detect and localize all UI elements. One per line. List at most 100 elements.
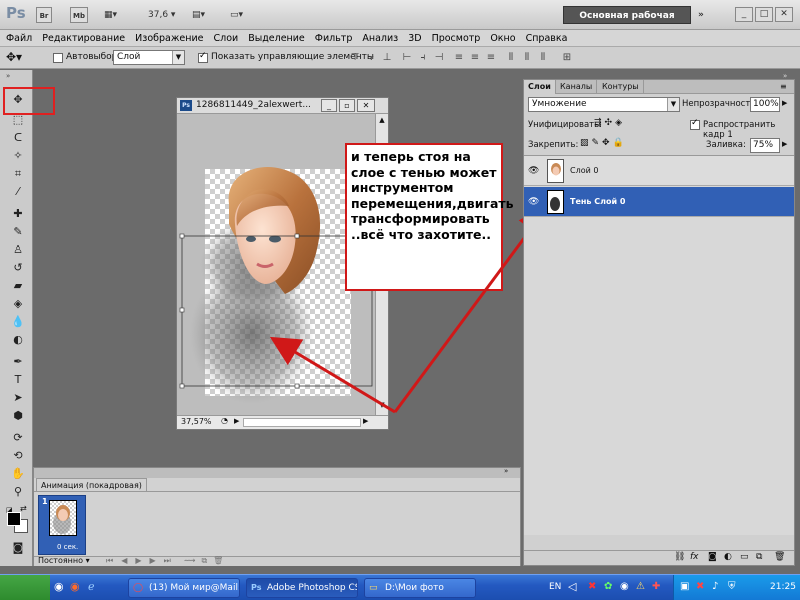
menu-file[interactable]: Файл [6,33,32,44]
tray-alert-icon[interactable]: ⚠ [636,581,645,592]
blend-mode-dropdown[interactable]: Умножение ▼ [528,97,680,112]
scroll-up-icon[interactable]: ▲ [377,116,387,126]
align-bottom-icon[interactable]: ⊥ [380,51,394,65]
eraser-tool-icon[interactable]: ▰ [10,278,26,294]
menu-3d[interactable]: 3D [408,33,421,44]
task-explorer[interactable]: ▭ D:\Мои фото [364,578,476,598]
maximize-window-button[interactable]: □ [755,7,773,22]
distribute-vcenter-icon[interactable]: ≡ [468,51,482,65]
tools-collapse-icon[interactable]: » [6,72,10,80]
quicklaunch-firefox-icon[interactable]: ◉ [70,580,80,593]
quicklaunch-ie-icon[interactable]: ℯ [88,580,95,593]
language-indicator[interactable]: EN [549,582,561,592]
tab-animation[interactable]: Анимация (покадровая) [36,478,147,491]
task-mail-ru[interactable]: ◯ (13) Мой мир@Mail.R... [128,578,240,598]
foreground-color-swatch[interactable] [7,512,21,526]
tray-antivirus-icon[interactable]: ✚ [652,581,660,592]
transform-handle[interactable] [179,233,185,239]
menu-filter[interactable]: Фильтр [315,33,353,44]
propagate-frame-checkbox[interactable] [690,118,700,130]
distribute-top-icon[interactable]: ≡ [452,51,466,65]
move-tool-preset-icon[interactable]: ✥▾ [6,50,22,64]
dodge-tool-icon[interactable]: ◐ [10,332,26,348]
layer-row-selected[interactable]: 👁 Тень Слой 0 [524,187,794,217]
visibility-eye-icon[interactable]: 👁 [528,197,539,207]
scroll-down-icon[interactable]: ▼ [377,401,387,411]
tray-network-icon[interactable]: ✖ [588,581,596,592]
new-group-icon[interactable]: ▭ [740,552,749,562]
document-zoom-field[interactable]: 37,57% [181,417,212,426]
adjustment-layer-icon[interactable]: ◐ [724,552,732,562]
clone-stamp-tool-icon[interactable]: ♙ [10,242,26,258]
align-hcenter-icon[interactable]: ⫞ [416,51,430,65]
show-controls-checkbox[interactable] [198,51,208,63]
delete-layer-icon[interactable]: 🗑 [774,552,785,562]
frame-delay[interactable]: 0 сек. [57,543,78,551]
tray-volume-icon[interactable]: ◉ [620,581,629,592]
align-vcenter-icon[interactable]: ⫟ [364,51,378,65]
playback-controls[interactable]: ⏮◀▶▶⏭ [106,556,179,566]
opacity-field[interactable]: 100% [750,97,780,112]
align-top-icon[interactable]: ⊤ [348,51,362,65]
new-layer-icon[interactable]: ⧉ [756,552,762,562]
status-menu-arrow[interactable]: ▶ [234,417,239,425]
distribute-hcenter-icon[interactable]: ⫴ [520,51,534,65]
tray-arrow-icon[interactable]: ◁ [568,580,576,593]
layer-style-icon[interactable]: fx [690,552,699,562]
transform-handle[interactable] [294,233,300,239]
paint-bucket-tool-icon[interactable]: ◈ [10,296,26,312]
shape-tool-icon[interactable]: ⬢ [10,408,26,424]
bridge-button[interactable]: Br [36,7,52,23]
blur-tool-icon[interactable]: 💧 [10,314,26,330]
layer-mask-icon[interactable]: ◙ [708,552,717,562]
distribute-right-icon[interactable]: ⫴ [536,51,550,65]
quicklaunch-browser-icon[interactable]: ◉ [54,580,64,593]
crop-tool-icon[interactable]: ⌗ [10,166,26,182]
eyedropper-tool-icon[interactable]: ⁄ [10,184,26,200]
document-title-bar[interactable]: Ps 1286811449_2alexwert... _ ▫ ✕ [177,98,388,114]
auto-align-icon[interactable]: ⊞ [560,51,574,65]
doc-maximize-button[interactable]: ▫ [339,99,355,112]
mini-bridge-button[interactable]: Mb [70,7,88,23]
menu-help[interactable]: Справка [526,33,568,44]
tray-monitor-icon[interactable]: ▣ [680,581,689,592]
close-window-button[interactable]: ✕ [775,7,793,22]
screen-mode-icon[interactable]: ▭▾ [230,7,254,23]
minimize-window-button[interactable]: _ [735,7,753,22]
link-layers-icon[interactable]: ⛓ [674,552,685,562]
arrange-documents-icon[interactable]: ▤▾ [192,7,216,23]
tray-security-icon[interactable]: ✖ [696,581,704,592]
brush-tool-icon[interactable]: ✎ [10,224,26,240]
doc-close-button[interactable]: ✕ [357,99,375,112]
start-button[interactable] [0,575,50,600]
clock[interactable]: 21:25 [770,582,796,592]
hand-tool-icon[interactable]: ✋ [10,466,26,482]
menu-view[interactable]: Просмотр [432,33,481,44]
menu-edit[interactable]: Редактирование [42,33,125,44]
history-brush-tool-icon[interactable]: ↺ [10,260,26,276]
document-horizontal-scrollbar[interactable] [243,418,361,427]
menu-image[interactable]: Изображение [135,33,203,44]
unify-options-icons[interactable]: ⇶✣◈ [594,118,625,128]
zoom-tool-icon[interactable]: ⚲ [10,484,26,500]
tab-layers[interactable]: Слои [524,80,556,94]
autoselect-dropdown[interactable]: Слой ▼ [113,50,185,65]
type-tool-icon[interactable]: T [10,372,26,388]
layer-row[interactable]: 👁 Слой 0 [524,156,794,186]
workspace-switcher-button[interactable]: Основная рабочая среда [563,6,691,39]
tray-sound-icon[interactable]: ♪ [712,581,718,592]
view-extras-icon[interactable]: ▦▾ [104,7,128,23]
align-right-icon[interactable]: ⊣ [432,51,446,65]
doc-minimize-button[interactable]: _ [321,99,337,112]
quick-mask-icon[interactable]: ◙ [10,540,26,556]
transform-handle[interactable] [179,383,185,389]
fill-field[interactable]: 75% [750,138,780,153]
quick-select-tool-icon[interactable]: ✧ [10,148,26,164]
menu-select[interactable]: Выделение [248,33,305,44]
collapse-workspaces-icon[interactable]: » [698,7,712,23]
menu-layers[interactable]: Слои [213,33,238,44]
align-left-icon[interactable]: ⊢ [400,51,414,65]
lock-options-icons[interactable]: ▨✎✥🔒 [580,138,627,148]
healing-brush-tool-icon[interactable]: ✚ [10,206,26,222]
task-photoshop[interactable]: Ps Adobe Photoshop CS... [246,578,358,598]
